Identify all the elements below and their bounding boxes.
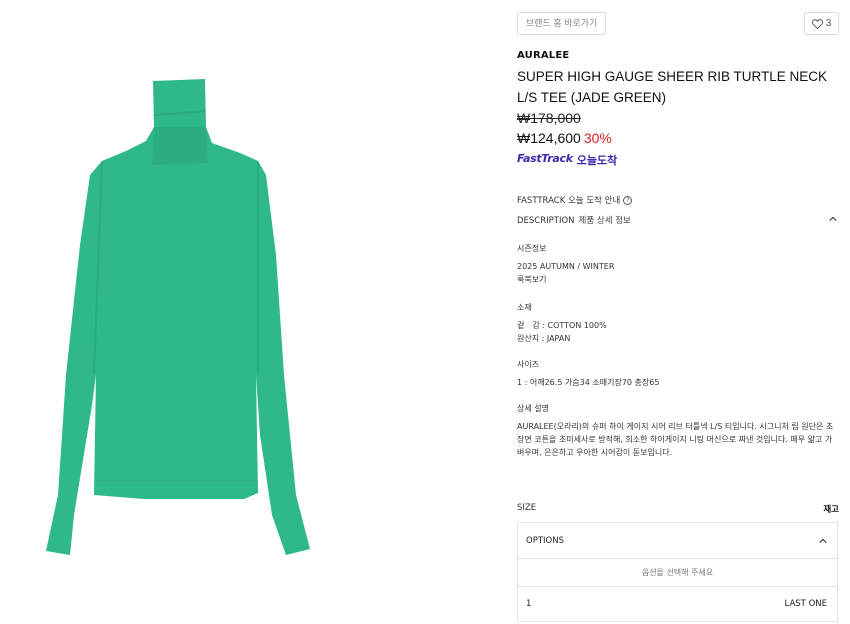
- fasttrack-today-label: 오늘도착: [576, 154, 618, 167]
- fasttrack-logo: FastTrack: [517, 152, 573, 165]
- size-label: SIZE: [517, 503, 537, 513]
- like-count: 3: [825, 18, 832, 29]
- option-size: 1: [526, 599, 532, 609]
- season-section: 시즌정보 2025 AUTUMN / WINTER 룩북보기: [517, 242, 839, 286]
- chevron-up-icon[interactable]: [829, 215, 837, 223]
- options-label: OPTIONS: [526, 536, 564, 546]
- material-section: 소재 겉 감 : COTTON 100% 원산지 : JAPAN: [517, 301, 839, 345]
- brand-name[interactable]: AURALEE: [517, 50, 569, 61]
- collar-fold-shadow: [152, 127, 208, 165]
- detail-section: 상세 설명 AURALEE(오라리)의 슈퍼 하이 게이지 시어 리브 터틀넥 …: [517, 402, 839, 459]
- size-measurements: 1 : 어깨26.5 가슴34 소매기장70 총장65: [517, 378, 660, 387]
- material-heading: 소재: [517, 303, 532, 312]
- original-price: ₩178,000: [517, 110, 581, 126]
- size-selector-header: SIZE 재고: [517, 503, 839, 515]
- chevron-up-icon: [819, 538, 827, 543]
- description-subtitle: 제품 상세 정보: [578, 216, 631, 226]
- options-toggle[interactable]: OPTIONS: [518, 523, 837, 559]
- product-title: SUPER HIGH GAUGE SHEER RIB TURTLE NECK L…: [517, 69, 828, 105]
- heart-icon: [811, 18, 823, 29]
- fasttrack-guide[interactable]: FASTTRACK 오늘 도착 안내 ?: [517, 194, 633, 206]
- season-heading: 시즌정보: [517, 244, 547, 253]
- option-stock: LAST ONE: [784, 599, 827, 609]
- help-icon[interactable]: ?: [623, 195, 633, 205]
- like-button[interactable]: 3: [804, 12, 839, 35]
- top-actions: 브랜드 홈 바로가기 3: [517, 12, 839, 36]
- fasttrack-badge: FastTrack 오늘도착: [517, 152, 617, 168]
- size-heading: 사이즈: [517, 360, 540, 369]
- brand-home-button[interactable]: 브랜드 홈 바로가기: [517, 12, 607, 35]
- origin-line: 원산지 : JAPAN: [517, 334, 571, 343]
- description-title: DESCRIPTION: [517, 216, 575, 226]
- description-header[interactable]: DESCRIPTION 제품 상세 정보: [517, 214, 839, 226]
- fasttrack-guide-label: FASTTRACK 오늘 도착 안내: [517, 196, 621, 206]
- detail-heading: 상세 설명: [517, 404, 549, 413]
- discount-rate: 30%: [583, 130, 612, 146]
- options-placeholder: 옵션을 선택해 주세요: [518, 559, 837, 587]
- detail-text: AURALEE(오라리)의 슈퍼 하이 게이지 시어 리브 터틀넥 L/S 티입…: [517, 422, 834, 457]
- lookbook-link[interactable]: 룩북보기: [517, 273, 839, 286]
- option-item[interactable]: 1 LAST ONE: [518, 587, 837, 621]
- stock-label: 재고: [823, 505, 839, 515]
- product-image-area: [0, 0, 500, 624]
- size-info-section: 사이즈 1 : 어깨26.5 가슴34 소매기장70 총장65: [517, 358, 839, 389]
- product-image: [46, 79, 310, 555]
- sale-price: ₩124,600: [517, 130, 581, 146]
- material-line: 겉 감 : COTTON 100%: [517, 321, 607, 330]
- options-dropdown: OPTIONS 옵션을 선택해 주세요 1 LAST ONE: [517, 522, 838, 622]
- season-value: 2025 AUTUMN / WINTER: [517, 262, 615, 271]
- sale-price-row: ₩124,600 30%: [517, 130, 612, 146]
